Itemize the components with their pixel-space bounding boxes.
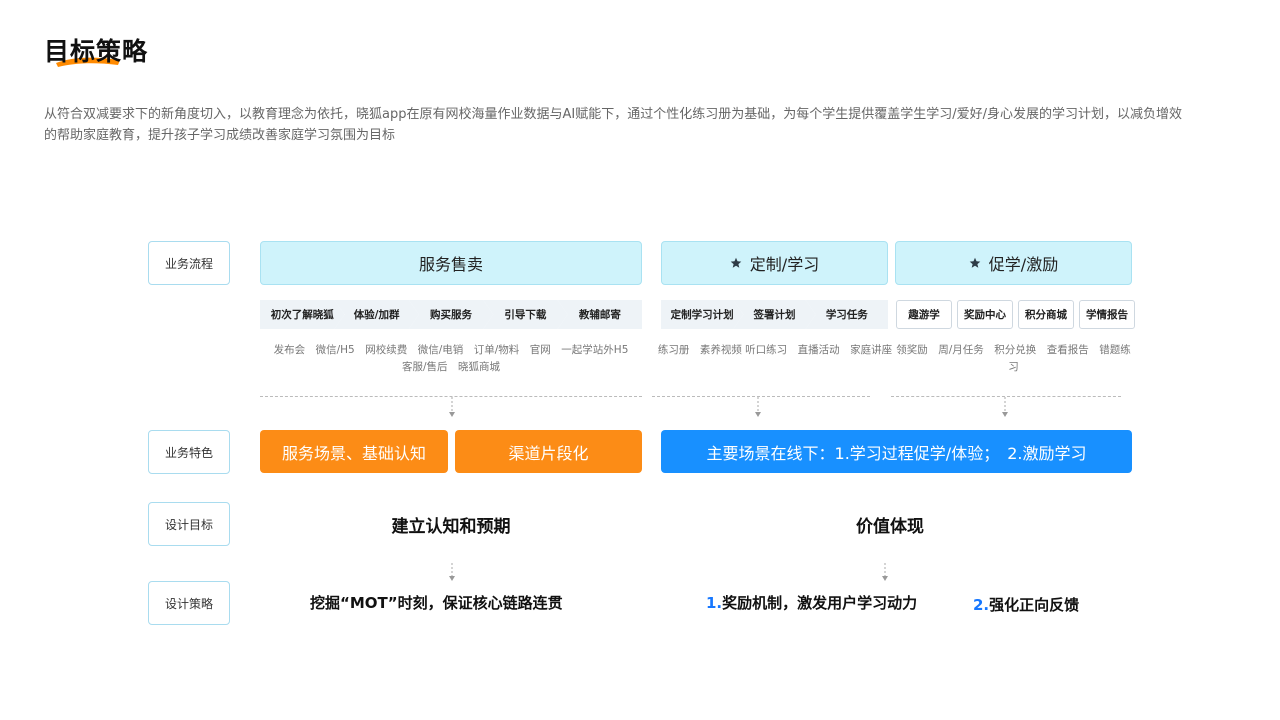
step-chevron: 购买服务 (409, 300, 493, 329)
strategy-text: 奖励机制，激发用户学习动力 (722, 594, 918, 612)
step-box: 奖励中心 (957, 300, 1013, 329)
strategy-number: 2. (973, 596, 990, 614)
channels-motivate-reward: 领奖励 周/月任务 积分兑换 查看报告 错题练习 (893, 342, 1134, 376)
channels-line: 发布会 微信/H5 网校续费 微信/电销 订单/物料 官网 一起学站外H5 (273, 344, 629, 356)
star-icon (969, 257, 981, 268)
channels-customize-learn: 练习册 素养视频 听口练习 直播活动 家庭讲座 (655, 342, 895, 359)
feature-service-scene: 服务场景、基础认知 (260, 430, 448, 473)
stage-title: 促学/激励 (988, 255, 1059, 274)
step-box: 趣游学 (896, 300, 952, 329)
step-chevron: 定制学习计划 (661, 300, 743, 329)
row-label-design-strategy: 设计策略 (148, 581, 230, 625)
strategy-positive-feedback: 2.强化正向反馈 (973, 594, 1079, 615)
star-icon (730, 257, 742, 268)
row-label-business-feature: 业务特色 (148, 430, 230, 474)
goal-value-reflection: 价值体现 (856, 517, 924, 537)
step-chevron: 引导下载 (483, 300, 567, 329)
row-label-design-goal: 设计目标 (148, 502, 230, 546)
channels-line: 客服/售后 晓狐商城 (401, 361, 501, 373)
strategy-number: 1. (706, 594, 723, 612)
strategy-text: 强化正向反馈 (989, 596, 1080, 614)
step-chevron: 初次了解晓狐 (260, 300, 344, 329)
arrow-down-icon (449, 397, 455, 417)
step-chevron: 签署计划 (733, 300, 815, 329)
steps-service-sale: 初次了解晓狐 体验/加群 购买服务 引导下载 教辅邮寄 (260, 300, 643, 329)
channels-service-sale: 发布会 微信/H5 网校续费 微信/电销 订单/物料 官网 一起学站外H5 客服… (262, 342, 640, 376)
step-chevron: 学习任务 (805, 300, 888, 329)
stage-customize-learn: 定制/学习 (661, 241, 888, 285)
row-label-business-flow: 业务流程 (148, 241, 230, 285)
arrow-down-icon (1002, 397, 1008, 417)
goal-build-awareness: 建立认知和预期 (391, 517, 511, 537)
step-chevron: 教辅邮寄 (557, 300, 643, 329)
step-box: 学情报告 (1079, 300, 1135, 329)
stage-title: 服务售卖 (418, 255, 483, 274)
arrow-down-icon (755, 397, 761, 417)
feature-channel-fragment: 渠道片段化 (455, 430, 642, 473)
step-box: 积分商城 (1018, 300, 1074, 329)
strategy-reward-mechanism: 1.奖励机制，激发用户学习动力 (706, 592, 917, 613)
strategy-mot-moment: 挖掘“MOT”时刻，保证核心链路连贯 (310, 594, 563, 612)
page-title-block: 目标策略 (44, 30, 164, 70)
arrow-down-icon (449, 563, 455, 581)
feature-offline-scene: 主要场景在线下：1.学习过程促学/体验； 2.激励学习 (661, 430, 1132, 473)
arrow-down-icon (882, 563, 888, 581)
step-chevron: 体验/加群 (334, 300, 418, 329)
page-title: 目标策略 (44, 37, 149, 66)
steps-customize-learn: 定制学习计划 签署计划 学习任务 (661, 300, 888, 329)
stage-motivate-reward: 促学/激励 (895, 241, 1132, 285)
stage-service-sale: 服务售卖 (260, 241, 642, 285)
channels-line: 练习册 素养视频 听口练习 直播活动 家庭讲座 (657, 344, 893, 356)
channels-line: 领奖励 周/月任务 积分兑换 查看报告 错题练习 (896, 344, 1131, 373)
intro-paragraph: 从符合双减要求下的新角度切入，以教育理念为依托，晓狐app在原有网校海量作业数据… (44, 107, 1182, 143)
steps-motivate-reward: 趣游学 奖励中心 积分商城 学情报告 (896, 300, 1135, 329)
stage-title: 定制/学习 (749, 255, 820, 274)
